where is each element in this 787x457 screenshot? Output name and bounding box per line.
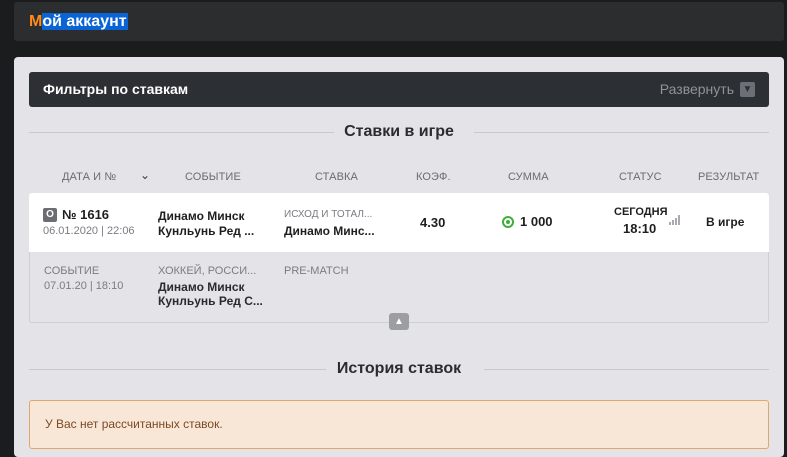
detail-date: 07.01.20 | 18:10	[44, 280, 124, 292]
section-title: Ставки в игре	[344, 123, 454, 140]
empty-history-notice: У Вас нет рассчитанных ставок.	[29, 400, 769, 449]
event-team-2: Кунльунь Ред ...	[158, 224, 255, 238]
bet-type: ИСХОД И ТОТАЛ...	[284, 209, 373, 220]
signal-icon	[669, 215, 681, 225]
bet-row[interactable]: О № 1616 06.01.2020 | 22:06 Динамо Минск…	[29, 193, 769, 252]
section-title: История ставок	[336, 360, 462, 377]
event-team-1: Динамо Минск	[158, 209, 245, 223]
coin-icon	[502, 215, 514, 228]
filters-title: Фильтры по ставкам	[43, 81, 189, 97]
column-header-event: СОБЫТИЕ	[185, 171, 241, 183]
top-bar: Мой аккаунт	[14, 2, 784, 41]
column-header-bet: СТАВКА	[315, 171, 358, 183]
column-header-date[interactable]: ДАТА и №	[62, 171, 116, 183]
status-time: 18:10	[623, 221, 657, 236]
title-first-letter: М	[29, 13, 43, 30]
chevron-down-icon[interactable]: ⌄	[140, 168, 154, 182]
bet-pick: Динамо Минс...	[284, 224, 375, 238]
expand-label: Развернуть	[659, 81, 734, 97]
column-header-status: СТАТУС	[619, 171, 662, 183]
detail-category: ХОККЕЙ, РОССИ...	[158, 265, 257, 277]
chevron-up-icon: ▲	[394, 316, 404, 327]
account-panel: Фильтры по ставкам Развернуть ▼ Ставки в…	[14, 57, 784, 457]
bet-coef: 4.30	[420, 215, 446, 230]
active-bets-heading: Ставки в игре	[29, 122, 769, 142]
bet-filters-bar[interactable]: Фильтры по ставкам Развернуть ▼	[29, 72, 769, 107]
page-title: Мой аккаунт	[29, 12, 128, 32]
sum-value: 1 000	[520, 214, 553, 229]
bet-result: В игре	[706, 215, 745, 229]
column-header-result: РЕЗУЛЬТАТ	[698, 171, 760, 183]
history-heading: История ставок	[29, 359, 769, 379]
collapse-details-button[interactable]: ▲	[389, 313, 409, 330]
bet-number: № 1616	[62, 207, 110, 222]
detail-market: PRE-MATCH	[284, 265, 349, 277]
detail-team-2: Кунльунь Ред С...	[158, 294, 263, 308]
column-header-coef: КОЭФ.	[416, 171, 451, 183]
chevron-down-icon: ▼	[740, 81, 755, 97]
title-rest: ой аккаунт	[42, 13, 128, 30]
ordinary-bet-badge: О	[43, 208, 57, 222]
bet-sum: 1 000	[502, 214, 553, 229]
detail-team-1: Динамо Минск	[158, 280, 245, 294]
column-header-sum: СУММА	[508, 171, 549, 183]
status-day: СЕГОДНЯ	[614, 206, 668, 218]
expand-filters-button[interactable]: Развернуть ▼	[660, 81, 755, 97]
detail-label: СОБЫТИЕ	[44, 265, 100, 277]
bet-date: 06.01.2020 | 22:06	[43, 225, 135, 237]
notice-text: У Вас нет рассчитанных ставок.	[45, 417, 223, 431]
